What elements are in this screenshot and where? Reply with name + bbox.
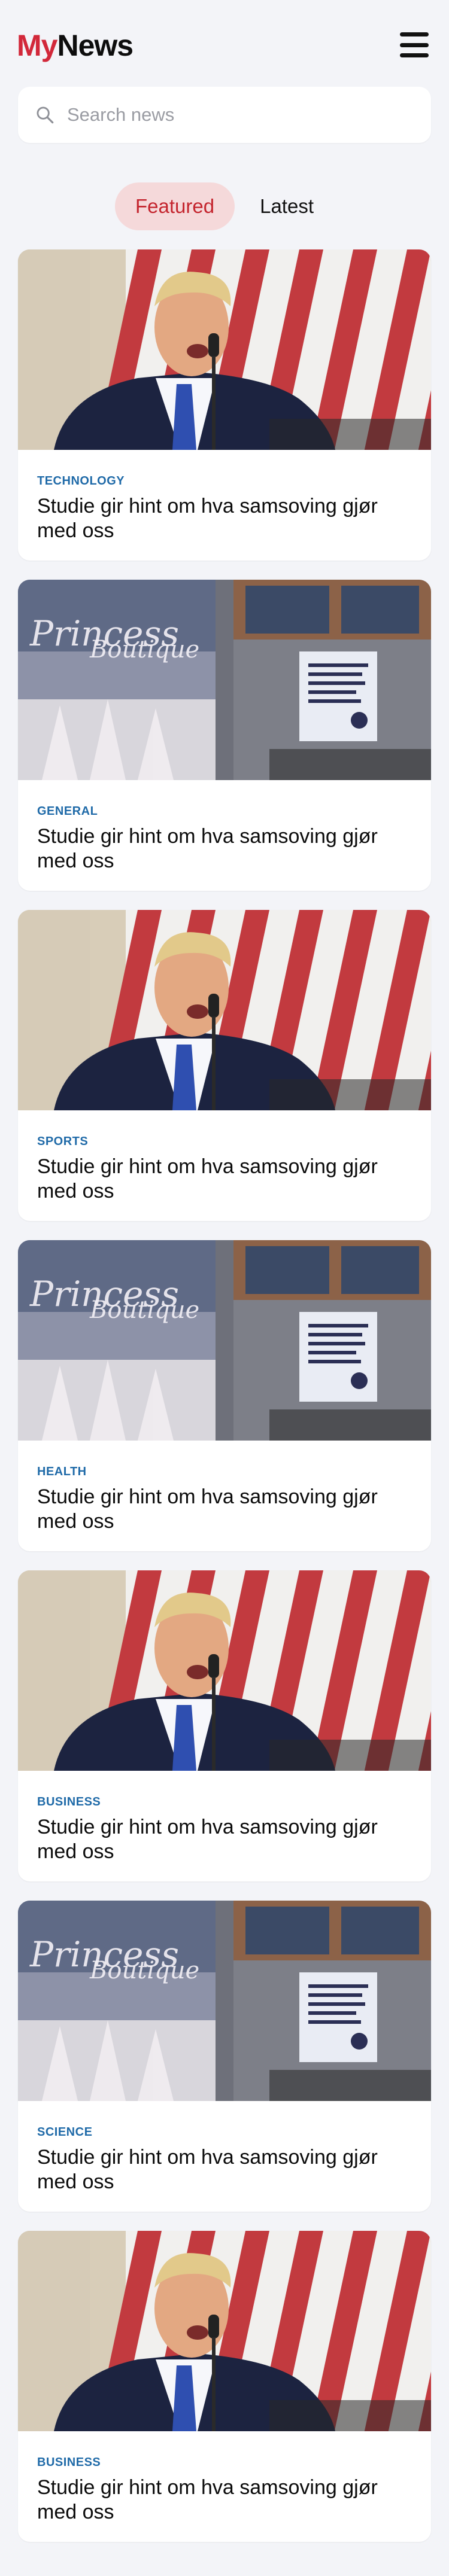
article-body: SCIENCE Studie gir hint om hva samsoving … — [18, 2101, 431, 2194]
article-body: BUSINESS Studie gir hint om hva samsoving… — [18, 2431, 431, 2525]
article-category: GENERAL — [37, 805, 98, 818]
svg-text:Boutique: Boutique — [89, 1957, 199, 1984]
article-image[interactable]: Princess Boutique — [18, 1240, 431, 1441]
article-card[interactable]: Princess Boutique GENERAL Studie gir hint… — [18, 580, 431, 891]
article-card[interactable]: Princess Boutique HEALTH Studie gir hint … — [18, 1240, 431, 1551]
article-category: BUSINESS — [37, 2456, 101, 2469]
article-category: BUSINESS — [37, 1795, 101, 1808]
photo-watermark — [269, 2070, 431, 2101]
article-card[interactable]: BUSINESS Studie gir hint om hva samsoving… — [18, 2231, 431, 2542]
logo-my: My — [17, 29, 57, 62]
article-image[interactable] — [18, 249, 431, 450]
article-category: HEALTH — [37, 1465, 87, 1478]
news-feed: TECHNOLOGY Studie gir hint om hva samsovi… — [18, 249, 431, 2561]
feed-tabs: Featured Latest — [0, 182, 449, 230]
app-logo[interactable]: MyNews — [17, 29, 134, 62]
article-title[interactable]: Studie gir hint om hva samsoving gjør me… — [37, 2145, 412, 2194]
app-header: MyNews — [0, 0, 449, 90]
tab-featured[interactable]: Featured — [115, 182, 235, 230]
logo-news: News — [57, 29, 134, 62]
article-image[interactable]: Princess Boutique — [18, 1901, 431, 2101]
search-bar[interactable] — [18, 87, 431, 143]
article-title[interactable]: Studie gir hint om hva samsoving gjør me… — [37, 1815, 412, 1864]
svg-text:Boutique: Boutique — [89, 1296, 199, 1324]
article-image[interactable] — [18, 2231, 431, 2431]
article-body: BUSINESS Studie gir hint om hva samsoving… — [18, 1771, 431, 1864]
article-card[interactable]: TECHNOLOGY Studie gir hint om hva samsovi… — [18, 249, 431, 561]
article-category: TECHNOLOGY — [37, 474, 125, 488]
photo-watermark — [269, 1079, 431, 1110]
photo-watermark — [269, 1409, 431, 1441]
article-title[interactable]: Studie gir hint om hva samsoving gjør me… — [37, 494, 412, 543]
menu-line — [400, 53, 429, 57]
photo-watermark — [269, 1740, 431, 1771]
article-title[interactable]: Studie gir hint om hva samsoving gjør me… — [37, 1155, 412, 1204]
article-body: HEALTH Studie gir hint om hva samsoving g… — [18, 1441, 431, 1534]
article-image[interactable]: Princess Boutique — [18, 580, 431, 780]
photo-watermark — [269, 2400, 431, 2431]
article-body: TECHNOLOGY Studie gir hint om hva samsovi… — [18, 450, 431, 543]
article-image[interactable] — [18, 1570, 431, 1771]
article-category: SCIENCE — [37, 2126, 93, 2139]
menu-line — [400, 42, 429, 47]
article-title[interactable]: Studie gir hint om hva samsoving gjør me… — [37, 824, 412, 873]
article-body: GENERAL Studie gir hint om hva samsoving … — [18, 780, 431, 873]
article-image[interactable] — [18, 910, 431, 1110]
search-input[interactable] — [67, 104, 414, 126]
hamburger-menu-icon[interactable] — [400, 32, 429, 57]
article-title[interactable]: Studie gir hint om hva samsoving gjør me… — [37, 1485, 412, 1534]
article-card[interactable]: BUSINESS Studie gir hint om hva samsoving… — [18, 1570, 431, 1881]
menu-line — [400, 32, 429, 36]
article-title[interactable]: Studie gir hint om hva samsoving gjør me… — [37, 2475, 412, 2525]
article-card[interactable]: SPORTS Studie gir hint om hva samsoving g… — [18, 910, 431, 1221]
article-body: SPORTS Studie gir hint om hva samsoving g… — [18, 1110, 431, 1204]
search-icon — [37, 106, 54, 124]
svg-text:Boutique: Boutique — [89, 636, 199, 663]
tab-latest[interactable]: Latest — [239, 182, 334, 230]
article-category: SPORTS — [37, 1135, 89, 1148]
article-card[interactable]: Princess Boutique SCIENCE Studie gir hint… — [18, 1901, 431, 2212]
photo-watermark — [269, 419, 431, 450]
photo-watermark — [269, 749, 431, 780]
